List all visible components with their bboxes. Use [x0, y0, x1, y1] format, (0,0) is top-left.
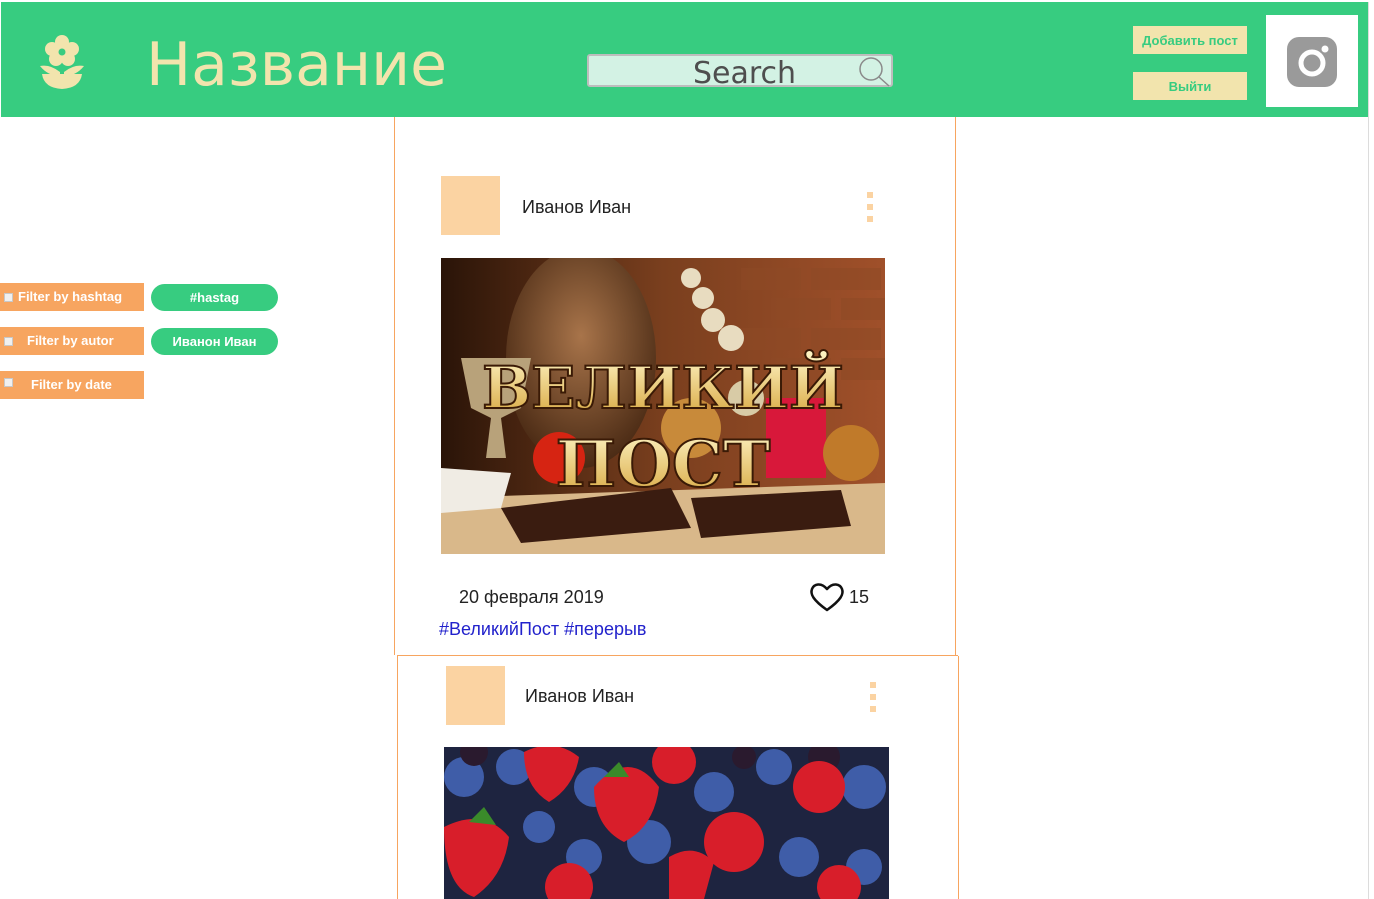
avatar[interactable] [441, 176, 500, 235]
feed-right-border-top [955, 117, 956, 655]
like-count: 15 [849, 587, 870, 607]
feed-left-border-top [394, 117, 395, 655]
more-options-icon[interactable] [870, 682, 876, 712]
feed-right-border-bottom [958, 656, 959, 899]
instagram-icon [1287, 37, 1337, 87]
app-header: Название Search Добавить пост Выйти [1, 2, 1368, 117]
post-date: 20 февраля 2019 [459, 587, 604, 607]
flower-pot-icon[interactable] [38, 34, 86, 90]
filter-hashtag-label: Filter by hashtag [18, 289, 123, 304]
post-author[interactable]: Иванов Иван [522, 197, 631, 218]
filter-hashtag-checkbox[interactable] [4, 293, 13, 302]
instagram-button[interactable] [1266, 15, 1358, 107]
filter-date-label: Filter by date [31, 377, 112, 392]
filter-by-date[interactable]: Filter by date [0, 371, 144, 399]
heart-icon[interactable] [809, 581, 845, 613]
post-image: ВЕЛИКИЙ ПОСТ [441, 258, 885, 554]
filter-by-author[interactable]: Filter by autor [0, 327, 144, 355]
filter-author-checkbox[interactable] [4, 337, 13, 346]
post-image [444, 747, 889, 899]
filter-author-label: Filter by autor [27, 333, 114, 348]
post-hashtags[interactable]: #ВеликийПост #перерыв [439, 619, 646, 640]
hashtag-chip[interactable]: #hastag [151, 284, 278, 311]
search-placeholder: Search [693, 56, 797, 91]
add-post-button[interactable]: Добавить пост [1133, 26, 1247, 54]
page: Название Search Добавить пост Выйти Filt… [0, 0, 1374, 899]
avatar[interactable] [446, 666, 505, 725]
post-divider [397, 655, 958, 656]
author-chip[interactable]: Иванон Иван [151, 328, 278, 355]
filter-date-checkbox[interactable] [4, 378, 13, 387]
filter-by-hashtag[interactable]: Filter by hashtag [0, 283, 144, 311]
logout-button[interactable]: Выйти [1133, 72, 1247, 100]
post-author[interactable]: Иванов Иван [525, 686, 634, 707]
more-options-icon[interactable] [867, 192, 873, 222]
page-edge-divider [1368, 2, 1369, 899]
app-title: Название [146, 30, 448, 100]
feed-left-border-bottom [397, 656, 398, 899]
search-icon[interactable] [857, 56, 891, 88]
search-input[interactable]: Search [587, 54, 893, 91]
image-text-line1: ВЕЛИКИЙ [482, 350, 844, 422]
image-text-line2: ПОСТ [556, 427, 771, 502]
